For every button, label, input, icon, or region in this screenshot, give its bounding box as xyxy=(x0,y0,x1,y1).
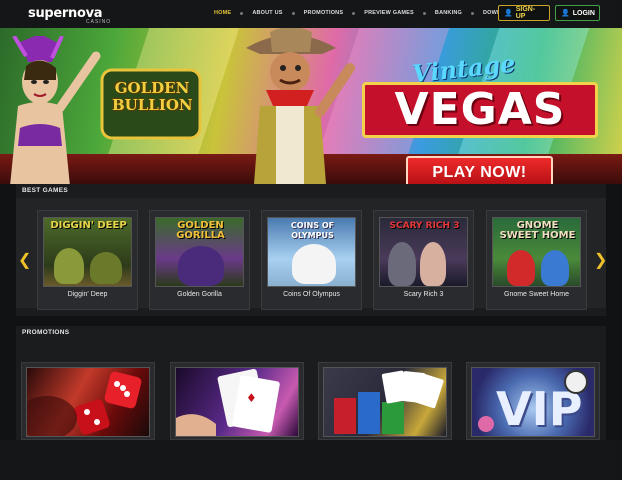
promo-card-cards[interactable]: ♦ xyxy=(170,362,304,440)
nav-about-us[interactable]: ABOUT US xyxy=(252,10,282,16)
game-thumbnail[interactable]: GOLDEN GORILLA xyxy=(155,217,244,287)
showgirl-illustration xyxy=(10,36,101,184)
user-icon: 👤 xyxy=(504,10,513,17)
svg-text:♦: ♦ xyxy=(246,391,257,405)
casino-chips-icon xyxy=(334,370,444,434)
game-logo: GNOME SWEET HOME xyxy=(499,220,576,241)
supernova-logo[interactable]: supernova CASINO xyxy=(28,4,110,25)
promo-card-chips[interactable] xyxy=(318,362,452,440)
golden-bullion-logo: GOLDEN BULLION xyxy=(112,79,193,114)
nav-separator xyxy=(352,11,356,15)
best-games-title: BEST GAMES xyxy=(22,187,68,194)
nav-separator xyxy=(470,11,474,15)
nav-preview-games[interactable]: PREVIEW GAMES xyxy=(364,10,414,16)
promo-image[interactable]: VIP xyxy=(471,367,595,437)
login-label: LOGIN xyxy=(572,9,595,17)
game-tile-golden-gorilla[interactable]: GOLDEN GORILLA Golden Gorilla xyxy=(149,210,250,310)
promo-image[interactable]: ♦ xyxy=(175,367,299,437)
vampire-character xyxy=(388,242,416,286)
game-tile-coins-of-olympus[interactable]: COINS OF OLYMPUS Coins Of Olympus xyxy=(261,210,362,310)
page-footer-area xyxy=(0,440,622,480)
game-name[interactable]: Diggin' Deep xyxy=(38,291,137,298)
vip-chip-icon xyxy=(478,370,588,432)
login-button[interactable]: 👤 LOGIN xyxy=(555,5,600,21)
gnome-character xyxy=(541,250,569,286)
game-logo: DIGGIN' DEEP xyxy=(50,220,127,231)
game-tile-gnome-sweet-home[interactable]: GNOME SWEET HOME Gnome Sweet Home xyxy=(486,210,587,310)
nav-separator xyxy=(240,11,244,15)
signup-button[interactable]: 👤 SIGN-UP xyxy=(498,5,550,21)
promo-image[interactable] xyxy=(26,367,150,437)
top-nav-bar: supernova CASINO HOME ABOUT US PROMOTION… xyxy=(0,0,622,28)
game-tile-diggin-deep[interactable]: DIGGIN' DEEP Diggin' Deep xyxy=(37,210,138,310)
promo-image[interactable] xyxy=(323,367,447,437)
playing-cards-icon: ♦ xyxy=(176,368,280,436)
nav-banking[interactable]: BANKING xyxy=(435,10,462,16)
nav-promotions[interactable]: PROMOTIONS xyxy=(304,10,344,16)
woman-character xyxy=(420,242,446,286)
hero-banner[interactable]: GOLDEN BULLION Vintage VEGAS PLAY NOW! xyxy=(0,28,622,184)
logo-subtext: CASINO xyxy=(86,19,112,25)
game-thumbnail[interactable]: SCARY RICH 3 xyxy=(379,217,468,287)
gorilla-character xyxy=(178,246,224,286)
vegas-logo-text: VEGAS xyxy=(362,82,598,138)
game-thumbnail[interactable]: GNOME SWEET HOME xyxy=(492,217,581,287)
dice-icon xyxy=(27,371,142,436)
promo-card-dice[interactable] xyxy=(21,362,155,440)
game-name[interactable]: Golden Gorilla xyxy=(150,291,249,298)
dwarf-character xyxy=(54,248,84,284)
game-name[interactable]: Coins Of Olympus xyxy=(262,291,361,298)
game-tile-scary-rich-3[interactable]: SCARY RICH 3 Scary Rich 3 xyxy=(373,210,474,310)
carousel-next-arrow-icon[interactable]: ❯ xyxy=(594,250,607,270)
game-logo: GOLDEN GORILLA xyxy=(176,220,225,241)
promotions-title: PROMOTIONS xyxy=(22,329,70,336)
nav-home[interactable]: HOME xyxy=(214,10,231,16)
gnome-character xyxy=(507,250,535,286)
game-name[interactable]: Scary Rich 3 xyxy=(374,291,473,298)
main-nav: HOME ABOUT US PROMOTIONS PREVIEW GAMES B… xyxy=(214,10,518,16)
user-icon: 👤 xyxy=(561,10,570,17)
pegasus-character xyxy=(292,244,336,284)
carousel-prev-arrow-icon[interactable]: ❮ xyxy=(18,250,31,270)
nav-separator xyxy=(291,11,295,15)
dwarf-character xyxy=(90,252,122,284)
game-logo: SCARY RICH 3 xyxy=(389,221,460,231)
nav-separator xyxy=(422,11,426,15)
play-now-button[interactable]: PLAY NOW! xyxy=(406,156,553,184)
game-name[interactable]: Gnome Sweet Home xyxy=(487,291,586,298)
game-thumbnail[interactable]: COINS OF OLYMPUS xyxy=(267,217,356,287)
signup-label: SIGN-UP xyxy=(515,6,536,20)
promo-card-vip[interactable]: VIP xyxy=(466,362,600,440)
cowboy-illustration xyxy=(246,28,355,184)
game-thumbnail[interactable]: DIGGIN' DEEP xyxy=(43,217,132,287)
game-logo: COINS OF OLYMPUS xyxy=(290,221,335,240)
